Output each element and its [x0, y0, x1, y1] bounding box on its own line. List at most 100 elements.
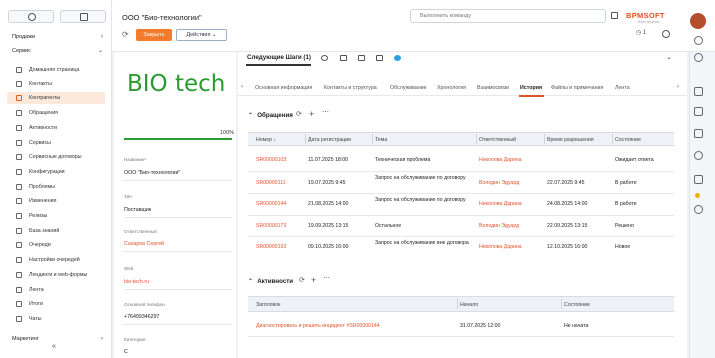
case-date: 09.10.2025 16:00 [308, 244, 349, 250]
case-number-link[interactable]: SR00000144 [256, 201, 286, 208]
field-phone-value[interactable]: +76499346297 [124, 314, 160, 320]
sidebar-item-accounts[interactable]: Контрагенты [7, 92, 105, 104]
calendar-icon [16, 125, 22, 131]
sidebar-item-feed[interactable]: Лента [7, 284, 105, 296]
sidebar-item-knowledge-base[interactable]: База знаний [7, 225, 105, 237]
case-owner-link[interactable]: Николова Дарина [479, 157, 522, 164]
case-number-link[interactable]: SR00000173 [256, 223, 286, 230]
sidebar-item-activities[interactable]: Активности [7, 122, 105, 134]
field-type-value[interactable]: Поставщик [124, 207, 151, 213]
case-owner-link[interactable]: Володин Эдуард [479, 223, 519, 230]
close-button[interactable]: Закрыть [136, 29, 172, 41]
tab-contacts-structure[interactable]: Контакты и структура [324, 85, 377, 91]
email-icon[interactable] [340, 55, 347, 61]
sidebar-item-queues[interactable]: Очереди [7, 239, 105, 251]
phone-icon[interactable] [694, 129, 703, 138]
plus-icon[interactable]: + [309, 109, 314, 119]
field-web-link[interactable]: bio-tech.ru [124, 279, 149, 285]
more-icon[interactable]: ⋯ [323, 274, 330, 282]
row-divider [248, 336, 674, 337]
column-status[interactable]: Состояние [615, 137, 641, 143]
tab-timeline[interactable]: Хронология [437, 85, 466, 91]
field-label: Основной телефон [124, 302, 165, 307]
tab-relations[interactable]: Взаимосвязи [477, 85, 509, 91]
tab-files-notes[interactable]: Файлы и примечания [551, 85, 603, 91]
activity-title-link[interactable]: Диагностировать и решить инцидент #SR000… [256, 323, 380, 330]
sidebar-item-services[interactable]: Сервисы [7, 137, 105, 149]
copy-icon[interactable] [694, 87, 703, 96]
field-category-value[interactable]: C [124, 349, 128, 355]
column-owner[interactable]: Ответственный [479, 137, 516, 143]
sidebar-item-chats[interactable]: Чаты [7, 313, 105, 325]
collapse-sidebar-icon[interactable]: « [52, 343, 56, 350]
activities-section-header[interactable]: ⌃ Активности [248, 278, 293, 285]
play-icon[interactable] [611, 12, 618, 19]
mail-icon[interactable] [694, 107, 703, 116]
gear-icon[interactable] [694, 36, 703, 45]
next-steps-tab[interactable]: Следующие Шаги (1) [247, 54, 311, 61]
settings-icon[interactable] [662, 30, 670, 38]
building-icon [16, 95, 22, 101]
sidebar-item-configurations[interactable]: Конфигурации [7, 166, 105, 178]
field-owner-link[interactable]: Сахаров Сергей [124, 241, 164, 247]
actions-dropdown[interactable]: Действия ⌄ [176, 29, 227, 41]
case-owner-link[interactable]: Володин Эдуард [479, 180, 519, 187]
sidebar-item-problems[interactable]: Проблемы [7, 181, 105, 193]
refresh-icon[interactable]: ⟳ [299, 276, 305, 284]
bell-icon[interactable] [694, 151, 703, 160]
command-input[interactable] [410, 9, 606, 23]
column-label: Номер [256, 137, 272, 143]
chevron-down-icon[interactable]: ⌄ [666, 53, 672, 61]
refresh-icon[interactable]: ⟳ [122, 30, 129, 39]
phone-icon[interactable] [321, 55, 328, 61]
tab-feed[interactable]: Лента [615, 85, 630, 91]
column-reg-date[interactable]: Дата регистрации [308, 137, 351, 143]
help-icon[interactable] [694, 53, 703, 62]
add-button[interactable] [8, 10, 54, 23]
sidebar-item-cases[interactable]: Обращения [7, 107, 105, 119]
moon-icon[interactable] [694, 205, 703, 214]
divider [124, 289, 232, 290]
refresh-icon[interactable]: ⟳ [296, 110, 302, 118]
case-number-link[interactable]: SR00000103 [256, 157, 286, 164]
cases-section-header[interactable]: ⌃ Обращения [248, 112, 293, 119]
plus-icon[interactable]: + [311, 275, 316, 285]
column-number[interactable]: Номер ↓ [256, 137, 276, 143]
sidebar-item-contacts[interactable]: Контакты [7, 78, 105, 90]
sidebar-item-landings[interactable]: Лендинги и web-формы [7, 269, 105, 281]
sidebar-item-dashboards[interactable]: Итоги [7, 298, 105, 310]
telegram-icon[interactable] [394, 55, 401, 61]
column-start[interactable]: Начало [460, 302, 478, 308]
sidebar-item-queue-settings[interactable]: Настройки очередей [7, 254, 105, 266]
column-title[interactable]: Заголовок [256, 302, 280, 308]
sidebar-section-sales[interactable]: Продажи › [7, 31, 107, 43]
avatar[interactable] [690, 13, 706, 29]
tab-history[interactable]: История [520, 85, 542, 91]
column-subject[interactable]: Тема [375, 137, 387, 143]
sidebar-section-marketing[interactable]: Маркетинг › [7, 333, 107, 345]
case-owner-link[interactable]: Николова Дарина [479, 244, 522, 251]
video-button[interactable] [60, 10, 106, 23]
case-number-link[interactable]: SR00000111 [256, 180, 286, 187]
tab-main-info[interactable]: Основная информация [255, 85, 312, 91]
sidebar-item-service-contracts[interactable]: Сервисные договоры [7, 151, 105, 163]
sidebar-item-changes[interactable]: Изменения [7, 195, 105, 207]
chevron-right-icon[interactable]: › [677, 84, 679, 90]
column-status[interactable]: Состояние [564, 302, 590, 308]
notification-counter[interactable]: ◷ 1 [636, 29, 646, 36]
sidebar-item-home[interactable]: Домашняя страница [7, 64, 105, 76]
tab-service[interactable]: Обслуживание [390, 85, 427, 91]
sidebar-item-releases[interactable]: Релизы [7, 210, 105, 222]
checkbox-icon[interactable] [694, 175, 703, 184]
task-icon[interactable] [358, 55, 365, 61]
flag-icon[interactable] [376, 55, 383, 61]
chevron-left-icon[interactable]: ‹ [241, 84, 243, 90]
case-number-link[interactable]: SR00000193 [256, 244, 286, 251]
settings-icon [16, 257, 22, 263]
field-name-value[interactable]: ООО "Био-технологии" [124, 170, 180, 176]
sidebar-section-service[interactable]: Сервис ⌄ [7, 45, 107, 57]
more-icon[interactable]: ⋯ [322, 108, 329, 116]
actions-label: Действия [186, 32, 211, 38]
column-resolution[interactable]: Время разрешения [547, 137, 594, 143]
case-owner-link[interactable]: Николова Дарина [479, 201, 522, 208]
